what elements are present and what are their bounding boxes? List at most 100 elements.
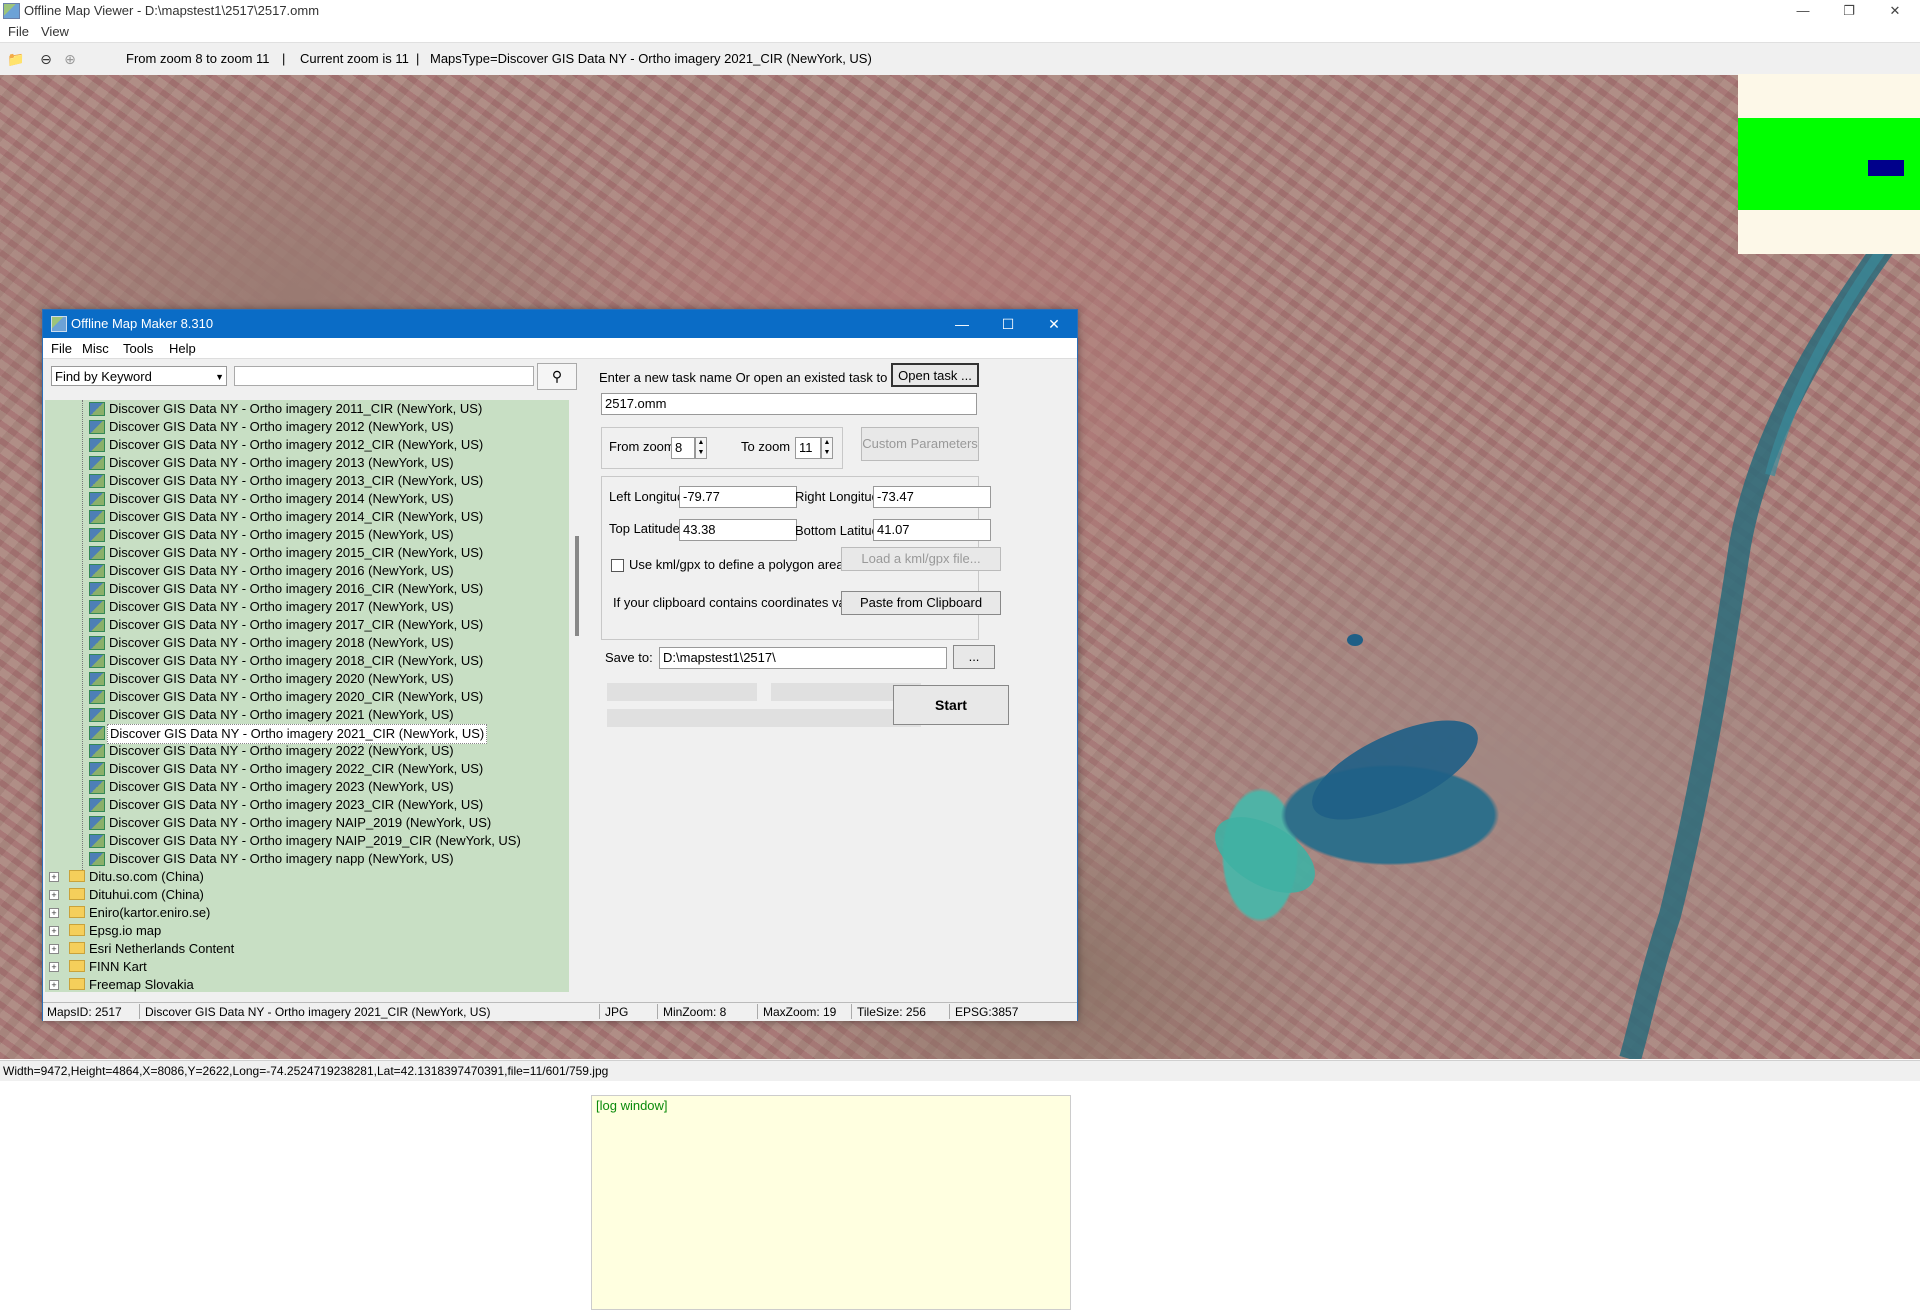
tree-item-label: Discover GIS Data NY - Ortho imagery 201… [109, 653, 484, 668]
app-icon [3, 3, 20, 19]
log-window[interactable]: [log window] [591, 1095, 1071, 1310]
tree-item-label: Discover GIS Data NY - Ortho imagery 201… [109, 617, 484, 632]
tree-scrollbar[interactable] [575, 536, 579, 636]
tree-folder-item[interactable]: + Dituhui.com (China) [45, 886, 565, 904]
tree-map-item[interactable]: Discover GIS Data NY - Ortho imagery 201… [45, 634, 565, 652]
search-button[interactable]: ⚲ [537, 363, 577, 390]
tree-map-item[interactable]: Discover GIS Data NY - Ortho imagery 202… [45, 742, 565, 760]
zoom-range-text: From zoom 8 to zoom 11 [126, 51, 270, 66]
tree-map-item[interactable]: Discover GIS Data NY - Ortho imagery 202… [45, 706, 565, 724]
menu-file[interactable]: File [8, 24, 29, 39]
to-zoom-stepper[interactable]: ▲ ▼ [821, 437, 833, 459]
from-zoom-input[interactable]: 8 [671, 437, 695, 459]
tree-map-item[interactable]: Discover GIS Data NY - Ortho imagery 201… [45, 454, 565, 472]
map-layer-icon [89, 726, 105, 740]
zoom-out-icon[interactable]: ⊖ [38, 51, 54, 67]
expand-icon[interactable]: + [49, 890, 59, 900]
from-zoom-stepper[interactable]: ▲ ▼ [695, 437, 707, 459]
tree-map-item[interactable]: Discover GIS Data NY - Ortho imagery 201… [45, 472, 565, 490]
log-text: [log window] [596, 1098, 668, 1113]
expand-icon[interactable]: + [49, 908, 59, 918]
tree-map-item[interactable]: Discover GIS Data NY - Ortho imagery 202… [45, 688, 565, 706]
paste-clipboard-button[interactable]: Paste from Clipboard [841, 591, 1001, 615]
tree-map-item[interactable]: Discover GIS Data NY - Ortho imagery 201… [45, 400, 565, 418]
open-folder-icon[interactable]: 📁 [7, 51, 24, 67]
right-longitude-input[interactable]: -73.47 [873, 486, 991, 508]
tree-item-label: Discover GIS Data NY - Ortho imagery 202… [109, 671, 454, 686]
expand-icon[interactable]: + [49, 944, 59, 954]
map-layer-icon [89, 654, 105, 668]
custom-parameters-button[interactable]: Custom Parameters [861, 427, 979, 461]
tree-map-item[interactable]: Discover GIS Data NY - Ortho imagery NAI… [45, 832, 565, 850]
tree-map-item[interactable]: Discover GIS Data NY - Ortho imagery 201… [45, 418, 565, 436]
tree-map-item[interactable]: Discover GIS Data NY - Ortho imagery 201… [45, 616, 565, 634]
tree-map-item[interactable]: Discover GIS Data NY - Ortho imagery NAI… [45, 814, 565, 832]
tree-map-item[interactable]: Discover GIS Data NY - Ortho imagery 201… [45, 436, 565, 454]
tree-map-item[interactable]: Discover GIS Data NY - Ortho imagery 202… [45, 760, 565, 778]
overview-minimap[interactable] [1738, 74, 1920, 254]
search-mode-select[interactable]: Find by Keyword ▼ [51, 366, 227, 386]
top-latitude-input[interactable]: 43.38 [679, 519, 797, 541]
tree-item-label: Freemap Slovakia [89, 977, 194, 992]
tree-map-item[interactable]: Discover GIS Data NY - Ortho imagery 201… [45, 652, 565, 670]
tree-folder-item[interactable]: + Epsg.io map [45, 922, 565, 940]
menu-view[interactable]: View [41, 24, 69, 39]
expand-icon[interactable]: + [49, 872, 59, 882]
tree-item-label: Discover GIS Data NY - Ortho imagery 201… [109, 563, 454, 578]
tree-map-item[interactable]: Discover GIS Data NY - Ortho imagery 201… [45, 508, 565, 526]
kml-checkbox[interactable] [611, 559, 624, 572]
close-button[interactable]: ✕ [1872, 0, 1918, 22]
dialog-menu-file[interactable]: File [51, 341, 72, 356]
dialog-close-button[interactable]: ✕ [1031, 310, 1077, 338]
tree-map-item[interactable]: Discover GIS Data NY - Ortho imagery 202… [45, 796, 565, 814]
dialog-maximize-button[interactable]: ☐ [985, 310, 1031, 338]
restore-button[interactable]: ❐ [1826, 0, 1872, 22]
dialog-app-icon [51, 316, 67, 332]
minimize-button[interactable]: — [1780, 0, 1826, 22]
map-source-tree[interactable]: Discover GIS Data NY - Ortho imagery 201… [45, 400, 569, 992]
bottom-latitude-input[interactable]: 41.07 [873, 519, 991, 541]
progress-bar-3 [607, 709, 921, 727]
zoom-in-icon[interactable]: ⊕ [62, 51, 78, 67]
expand-icon[interactable]: + [49, 962, 59, 972]
tree-map-item[interactable]: Discover GIS Data NY - Ortho imagery 201… [45, 562, 565, 580]
expand-icon[interactable]: + [49, 980, 59, 990]
open-task-button[interactable]: Open task ... [891, 363, 979, 387]
tree-folder-item[interactable]: + FINN Kart [45, 958, 565, 976]
status-max-zoom: MaxZoom: 19 [763, 1005, 837, 1019]
dialog-menu-tools[interactable]: Tools [123, 341, 153, 356]
dialog-titlebar: Offline Map Maker 8.310 — ☐ ✕ [43, 310, 1077, 338]
tree-map-item[interactable]: Discover GIS Data NY - Ortho imagery 201… [45, 598, 565, 616]
dialog-menu-help[interactable]: Help [169, 341, 196, 356]
save-path-input[interactable]: D:\mapstest1\2517\ [659, 647, 947, 669]
dialog-minimize-button[interactable]: — [939, 310, 985, 338]
tree-map-item[interactable]: Discover GIS Data NY - Ortho imagery 202… [45, 724, 565, 744]
tree-map-item[interactable]: Discover GIS Data NY - Ortho imagery 202… [45, 778, 565, 796]
left-longitude-input[interactable]: -79.77 [679, 486, 797, 508]
tree-map-item[interactable]: Discover GIS Data NY - Ortho imagery 201… [45, 490, 565, 508]
tree-map-item[interactable]: Discover GIS Data NY - Ortho imagery 201… [45, 580, 565, 598]
task-name-input[interactable]: 2517.omm [601, 393, 977, 415]
map-layer-icon [89, 636, 105, 650]
tree-folder-item[interactable]: + Esri Netherlands Content [45, 940, 565, 958]
dialog-menu-misc[interactable]: Misc [82, 341, 109, 356]
task-panel: Enter a new task name Or open an existed… [591, 359, 1077, 999]
map-layer-icon [89, 528, 105, 542]
tree-map-item[interactable]: Discover GIS Data NY - Ortho imagery 201… [45, 544, 565, 562]
tree-folder-item[interactable]: + Freemap Slovakia [45, 976, 565, 992]
browse-button[interactable]: ... [953, 645, 995, 669]
status-map-name: Discover GIS Data NY - Ortho imagery 202… [145, 1005, 491, 1019]
tree-map-item[interactable]: Discover GIS Data NY - Ortho imagery 202… [45, 670, 565, 688]
search-input[interactable] [234, 366, 534, 386]
map-layer-icon [89, 798, 105, 812]
tree-map-item[interactable]: Discover GIS Data NY - Ortho imagery 201… [45, 526, 565, 544]
tree-folder-item[interactable]: + Ditu.so.com (China) [45, 868, 565, 886]
tree-folder-item[interactable]: + Eniro(kartor.eniro.se) [45, 904, 565, 922]
to-zoom-input[interactable]: 11 [795, 437, 821, 459]
save-to-label: Save to: [605, 650, 653, 665]
start-button[interactable]: Start [893, 685, 1009, 725]
map-layer-icon [89, 672, 105, 686]
tree-map-item[interactable]: Discover GIS Data NY - Ortho imagery nap… [45, 850, 565, 868]
expand-icon[interactable]: + [49, 926, 59, 936]
load-kml-button[interactable]: Load a kml/gpx file... [841, 547, 1001, 571]
